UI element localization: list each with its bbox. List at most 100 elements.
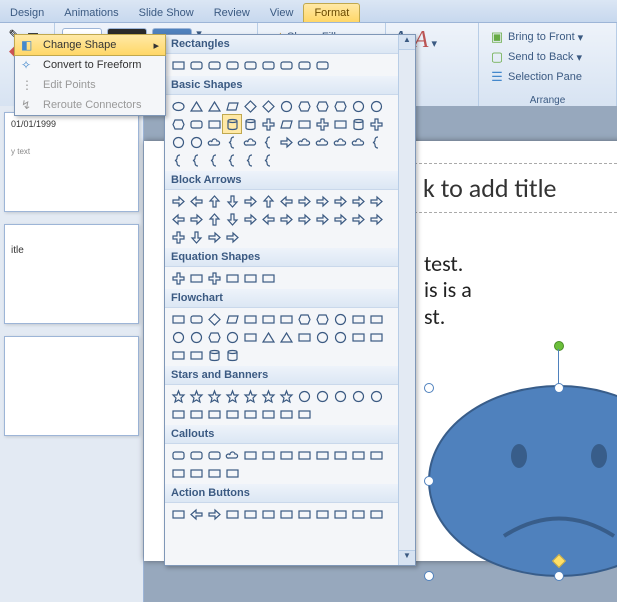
shape-row-basic-1[interactable]: [187, 97, 205, 115]
shape-row-call-12[interactable]: [169, 464, 187, 482]
shape-row-basic-33[interactable]: [331, 133, 349, 151]
shape-row-call-10[interactable]: [349, 446, 367, 464]
shape-row-act-4[interactable]: [241, 505, 259, 523]
shape-row-flow-0[interactable]: [169, 310, 187, 328]
shape-row-call-3[interactable]: [223, 446, 241, 464]
shape-row-basic-16[interactable]: [241, 115, 259, 133]
shape-row-eq-4[interactable]: [241, 269, 259, 287]
shape-row-basic-35[interactable]: [367, 133, 385, 151]
shape-row-stars-14[interactable]: [205, 405, 223, 423]
shape-row-flow-9[interactable]: [331, 310, 349, 328]
shape-row-rect-2[interactable]: [205, 56, 223, 74]
shape-row-stars-2[interactable]: [205, 387, 223, 405]
shape-row-call-8[interactable]: [313, 446, 331, 464]
shape-row-act-7[interactable]: [295, 505, 313, 523]
tab-slideshow[interactable]: Slide Show: [129, 4, 204, 22]
handle-tm[interactable]: [554, 383, 564, 393]
shape-row-stars-15[interactable]: [223, 405, 241, 423]
menu-convert-freeform[interactable]: ✧ Convert to Freeform: [15, 55, 165, 75]
shape-row-call-14[interactable]: [205, 464, 223, 482]
shape-row-basic-5[interactable]: [259, 97, 277, 115]
shape-row-arrows-13[interactable]: [187, 210, 205, 228]
shape-row-basic-39[interactable]: [223, 151, 241, 169]
selected-shape[interactable]: [414, 361, 617, 571]
shape-row-basic-26[interactable]: [205, 133, 223, 151]
shape-row-flow-21[interactable]: [331, 328, 349, 346]
shape-row-basic-40[interactable]: [241, 151, 259, 169]
shape-row-call-15[interactable]: [223, 464, 241, 482]
shape-row-stars-1[interactable]: [187, 387, 205, 405]
shape-row-rect-3[interactable]: [223, 56, 241, 74]
shape-row-arrows-14[interactable]: [205, 210, 223, 228]
shape-row-arrows-22[interactable]: [349, 210, 367, 228]
shape-row-arrows-11[interactable]: [367, 192, 385, 210]
selection-pane-button[interactable]: ☰Selection Pane: [485, 67, 586, 87]
shape-row-call-13[interactable]: [187, 464, 205, 482]
shape-row-eq-1[interactable]: [187, 269, 205, 287]
shape-row-eq-5[interactable]: [259, 269, 277, 287]
shape-row-arrows-8[interactable]: [313, 192, 331, 210]
shape-row-act-1[interactable]: [187, 505, 205, 523]
shape-row-call-6[interactable]: [277, 446, 295, 464]
shape-row-arrows-5[interactable]: [259, 192, 277, 210]
shape-row-basic-37[interactable]: [187, 151, 205, 169]
shape-row-arrows-18[interactable]: [277, 210, 295, 228]
shape-row-basic-25[interactable]: [187, 133, 205, 151]
scroll-up-icon[interactable]: ▲: [399, 35, 415, 50]
gallery-scrollbar[interactable]: ▲ ▼: [398, 35, 415, 565]
tab-review[interactable]: Review: [204, 4, 260, 22]
shape-row-flow-5[interactable]: [259, 310, 277, 328]
shape-row-basic-18[interactable]: [277, 115, 295, 133]
shape-row-stars-12[interactable]: [169, 405, 187, 423]
shape-row-act-0[interactable]: [169, 505, 187, 523]
shape-row-basic-11[interactable]: [367, 97, 385, 115]
shape-row-flow-14[interactable]: [205, 328, 223, 346]
shape-row-basic-15[interactable]: [223, 115, 241, 133]
shape-row-stars-11[interactable]: [367, 387, 385, 405]
shape-row-flow-16[interactable]: [241, 328, 259, 346]
shape-row-arrows-26[interactable]: [205, 228, 223, 246]
shape-row-flow-11[interactable]: [367, 310, 385, 328]
shape-row-basic-2[interactable]: [205, 97, 223, 115]
shape-row-arrows-16[interactable]: [241, 210, 259, 228]
shape-row-flow-3[interactable]: [223, 310, 241, 328]
shape-row-arrows-10[interactable]: [349, 192, 367, 210]
shape-row-stars-0[interactable]: [169, 387, 187, 405]
shape-row-basic-31[interactable]: [295, 133, 313, 151]
shape-row-arrows-2[interactable]: [205, 192, 223, 210]
shape-row-flow-7[interactable]: [295, 310, 313, 328]
shape-row-call-7[interactable]: [295, 446, 313, 464]
shape-row-call-9[interactable]: [331, 446, 349, 464]
shape-row-arrows-7[interactable]: [295, 192, 313, 210]
shape-row-eq-2[interactable]: [205, 269, 223, 287]
bring-to-front-button[interactable]: ▣Bring to Front ▾: [485, 27, 587, 47]
shape-row-rect-7[interactable]: [295, 56, 313, 74]
shape-row-basic-36[interactable]: [169, 151, 187, 169]
shape-row-basic-30[interactable]: [277, 133, 295, 151]
shape-row-arrows-1[interactable]: [187, 192, 205, 210]
shape-row-basic-29[interactable]: [259, 133, 277, 151]
shape-row-arrows-21[interactable]: [331, 210, 349, 228]
shape-row-basic-27[interactable]: [223, 133, 241, 151]
shape-row-stars-3[interactable]: [223, 387, 241, 405]
handle-tl[interactable]: [424, 383, 434, 393]
handle-bl[interactable]: [424, 571, 434, 581]
shape-row-call-11[interactable]: [367, 446, 385, 464]
shape-row-basic-34[interactable]: [349, 133, 367, 151]
shape-row-basic-4[interactable]: [241, 97, 259, 115]
shape-row-rect-6[interactable]: [277, 56, 295, 74]
shape-row-basic-21[interactable]: [331, 115, 349, 133]
shape-row-basic-14[interactable]: [205, 115, 223, 133]
shape-row-arrows-6[interactable]: [277, 192, 295, 210]
shape-row-flow-25[interactable]: [187, 346, 205, 364]
shape-row-flow-17[interactable]: [259, 328, 277, 346]
shape-row-arrows-12[interactable]: [169, 210, 187, 228]
shape-row-stars-19[interactable]: [295, 405, 313, 423]
title-placeholder[interactable]: k to add title: [414, 163, 617, 213]
shape-row-arrows-27[interactable]: [223, 228, 241, 246]
shape-row-flow-4[interactable]: [241, 310, 259, 328]
shape-row-basic-19[interactable]: [295, 115, 313, 133]
shape-row-flow-27[interactable]: [223, 346, 241, 364]
shape-row-flow-26[interactable]: [205, 346, 223, 364]
shape-row-basic-13[interactable]: [187, 115, 205, 133]
